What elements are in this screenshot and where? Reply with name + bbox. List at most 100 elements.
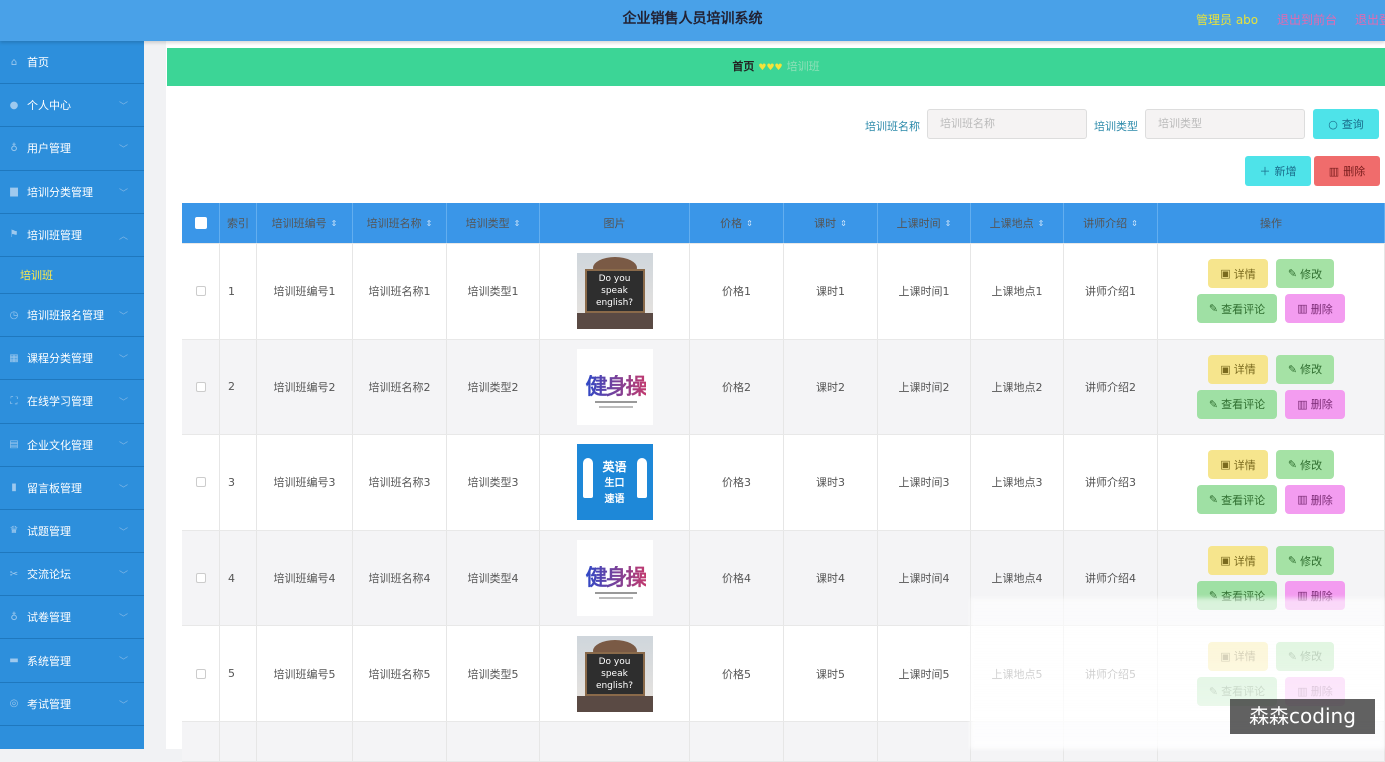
sort-icon[interactable]: ⇕: [945, 219, 952, 228]
row-checkbox[interactable]: [195, 477, 206, 488]
cell-time: 上课时间3: [878, 435, 971, 530]
column-header[interactable]: 课时 ⇕: [784, 203, 878, 243]
cell-text: 上课地点3: [991, 476, 1043, 490]
cell-actions: ▣详情 ✎修改 ✎查看评论 ▥删除: [1158, 435, 1385, 530]
detail-button-label: 详情: [1233, 267, 1256, 281]
comments-button[interactable]: ✎查看评论: [1197, 389, 1277, 419]
header-select-all[interactable]: [182, 203, 220, 243]
edit-button[interactable]: ✎修改: [1276, 354, 1334, 384]
chevron-down-icon: ﹀: [118, 571, 128, 582]
row-select[interactable]: [182, 626, 220, 721]
column-header[interactable]: 培训班名称 ⇕: [353, 203, 447, 243]
cell-text: 价格5: [722, 667, 751, 681]
sidebar-item[interactable]: ⛶ 在线学习管理 ﹀: [0, 380, 144, 424]
cell-type: 培训类型5: [447, 626, 540, 721]
delete-button[interactable]: ▥删除: [1285, 294, 1345, 324]
sidebar-item[interactable]: ✂ 交流论坛 ﹀: [0, 553, 144, 597]
row-select[interactable]: [182, 339, 220, 435]
column-header[interactable]: 操作: [1158, 203, 1385, 243]
sidebar-item[interactable]: ♁ 用户管理 ﹀: [0, 127, 144, 171]
row-checkbox[interactable]: [195, 286, 206, 297]
sidebar-item[interactable]: ▤ 企业文化管理 ﹀: [0, 424, 144, 467]
chevron-down-icon: ﹀: [118, 355, 128, 366]
cell-actions: ▣详情 ✎修改 ✎查看评论 ▥删除: [1158, 244, 1385, 339]
comments-button[interactable]: ✎查看评论: [1197, 294, 1277, 324]
row-checkbox[interactable]: [195, 668, 206, 679]
row-checkbox[interactable]: [195, 381, 206, 392]
detail-button[interactable]: ▣详情: [1208, 259, 1268, 289]
detail-button[interactable]: ▣详情: [1208, 354, 1268, 384]
sort-icon[interactable]: ⇕: [1038, 219, 1045, 228]
cell-hours: 课时3: [784, 435, 878, 530]
search-type-input[interactable]: 培训类型: [1145, 109, 1305, 139]
watermark: 森森coding: [1230, 699, 1375, 734]
action-group: ▣详情 ✎修改 ✎查看评论 ▥删除: [1197, 450, 1345, 515]
select-all-checkbox[interactable]: [194, 217, 207, 229]
cell-text: 上课时间5: [898, 667, 950, 681]
delete-button[interactable]: ▥删除: [1285, 389, 1345, 419]
row-select[interactable]: [182, 244, 220, 339]
cell-type: 培训类型1: [447, 244, 540, 339]
detail-button[interactable]: ▣详情: [1208, 450, 1268, 480]
sidebar-item[interactable]: ◎ 考试管理 ﹀: [0, 683, 144, 726]
sort-icon[interactable]: ⇕: [746, 219, 753, 228]
sort-icon[interactable]: ⇕: [840, 219, 847, 228]
cell-place: 上课地点3: [971, 435, 1064, 530]
detail-button[interactable]: ▣详情: [1208, 546, 1268, 576]
sort-icon[interactable]: ⇕: [426, 219, 433, 228]
cell-text: 上课地点1: [991, 285, 1043, 299]
cell-empty: [878, 721, 971, 761]
column-header[interactable]: 上课时间 ⇕: [878, 203, 971, 243]
cell-img: Do you speak english?: [540, 244, 690, 339]
delete-button-label: 删除: [1310, 493, 1333, 507]
cell-hours: 课时1: [784, 244, 878, 339]
sort-icon[interactable]: ⇕: [514, 219, 521, 228]
cell-name: 培训班名称1: [353, 244, 447, 339]
cell-text: 培训班编号1: [273, 285, 336, 299]
sort-icon[interactable]: ⇕: [331, 219, 338, 228]
delete-button[interactable]: ▥删除: [1285, 485, 1345, 515]
column-header[interactable]: 讲师介绍 ⇕: [1064, 203, 1158, 243]
sidebar-item[interactable]: ● 个人中心 ﹀: [0, 84, 144, 128]
query-button[interactable]: ○ 查询: [1313, 109, 1379, 139]
chevron-down-icon: ﹀: [118, 145, 128, 156]
sidebar-item[interactable]: ▦ 课程分类管理 ﹀: [0, 337, 144, 381]
edit-button[interactable]: ✎修改: [1276, 450, 1334, 480]
sidebar-item[interactable]: ▮ 留言板管理 ﹀: [0, 467, 144, 510]
sidebar-item-label: 留言板管理: [27, 481, 82, 495]
image-text: english?: [595, 298, 634, 309]
thumbnail-image: 英语 生口 速语: [576, 444, 653, 521]
sidebar-item[interactable]: ▆ 培训分类管理 ﹀: [0, 171, 144, 214]
sidebar-item[interactable]: ⚑ 培训班管理 ︿: [0, 214, 144, 257]
column-header[interactable]: 培训类型 ⇕: [447, 203, 540, 243]
sidebar-item[interactable]: ▬ 系统管理 ﹀: [0, 639, 144, 683]
sidebar-item[interactable]: ◷ 培训班报名管理 ﹀: [0, 294, 144, 338]
cell-place: 上课地点1: [971, 244, 1064, 339]
batch-delete-button[interactable]: ▥ 删除: [1314, 156, 1380, 186]
column-header[interactable]: 上课地点 ⇕: [971, 203, 1064, 243]
column-header[interactable]: 图片: [540, 203, 690, 243]
edit-button[interactable]: ✎修改: [1276, 546, 1334, 576]
edit-button[interactable]: ✎修改: [1276, 259, 1334, 289]
sidebar-subitem-training-class[interactable]: 培训班: [0, 256, 144, 294]
column-header[interactable]: 价格 ⇕: [690, 203, 784, 243]
row-select[interactable]: [182, 435, 220, 530]
sidebar-item[interactable]: ⌂ 首页: [0, 41, 144, 85]
sort-icon[interactable]: ⇕: [1131, 219, 1138, 228]
search-name-input[interactable]: 培训班名称: [927, 109, 1087, 139]
logout-link[interactable]: 退出登录: [1355, 11, 1385, 28]
detail-icon: ▣: [1220, 362, 1231, 376]
sidebar-item[interactable]: ♁ 试卷管理 ﹀: [0, 596, 144, 640]
comments-button-label: 查看评论: [1221, 493, 1266, 507]
sidebar-item[interactable]: ♛ 试题管理 ﹀: [0, 510, 144, 554]
back-to-front-link[interactable]: 退出到前台: [1277, 11, 1337, 28]
row-select[interactable]: [182, 530, 220, 626]
cell-time: 上课时间4: [878, 530, 971, 626]
breadcrumb-home[interactable]: 首页: [732, 60, 754, 73]
comments-button[interactable]: ✎查看评论: [1197, 485, 1277, 515]
row-checkbox[interactable]: [195, 573, 206, 584]
column-header[interactable]: 索引: [220, 203, 257, 243]
column-header[interactable]: 培训班编号 ⇕: [257, 203, 353, 243]
add-button[interactable]: ＋新增: [1245, 156, 1311, 186]
cell-idx: 4: [220, 530, 257, 626]
